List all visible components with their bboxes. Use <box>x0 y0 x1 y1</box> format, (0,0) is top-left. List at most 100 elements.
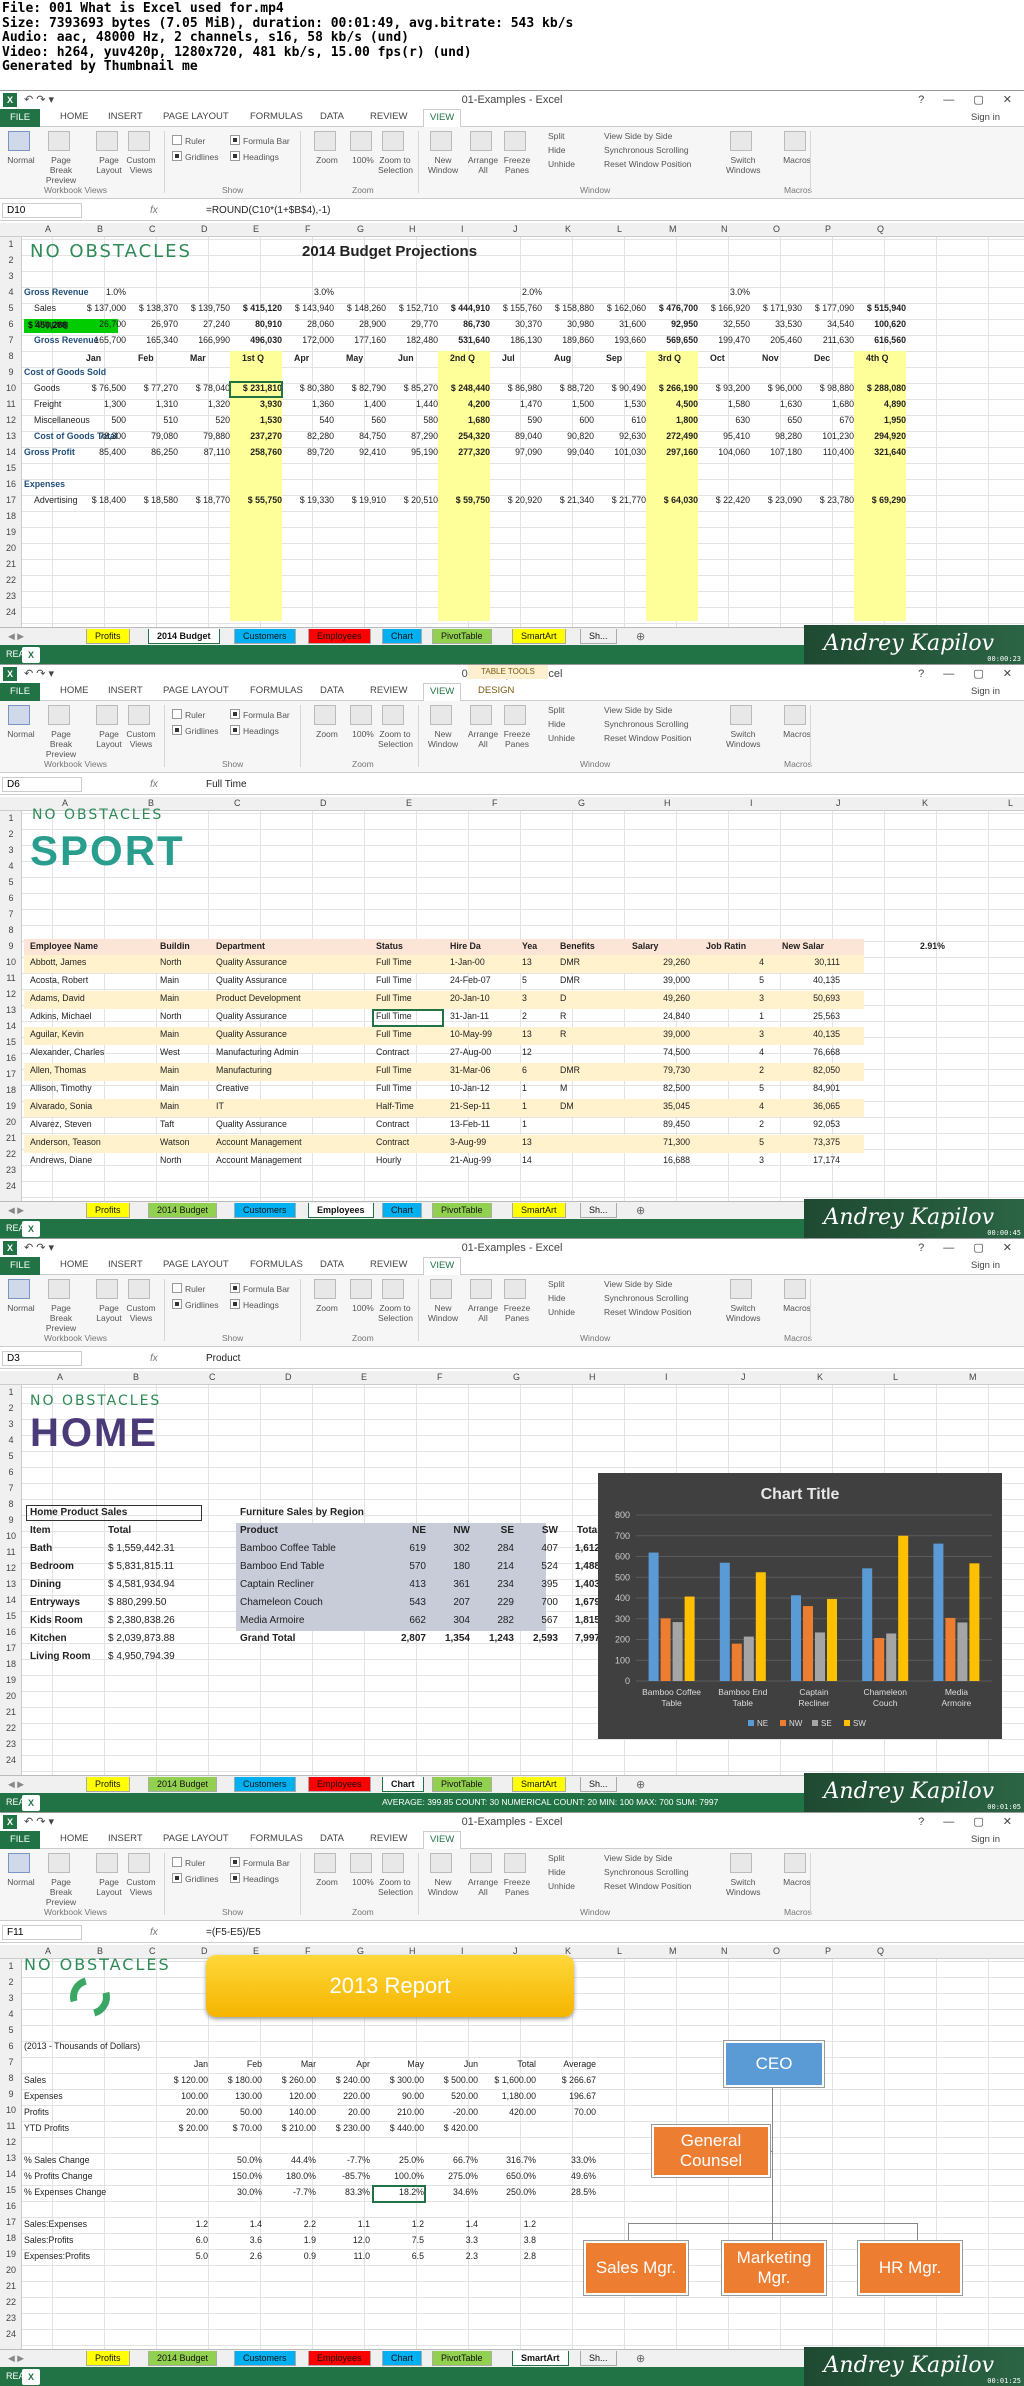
side-by-side-button[interactable]: View Side by Side <box>604 705 672 715</box>
column-header[interactable]: P <box>825 1946 831 1956</box>
column-header[interactable]: G <box>357 224 364 234</box>
headings-checkbox[interactable]: Headings <box>230 1873 279 1884</box>
sheet-tab-employees[interactable]: Employees <box>308 2351 371 2366</box>
row-header[interactable]: 1 <box>0 1387 22 1397</box>
side-by-side-button[interactable]: View Side by Side <box>604 1853 672 1863</box>
formula-bar-checkbox[interactable]: Formula Bar <box>230 135 290 146</box>
row-header[interactable]: 15 <box>0 2185 22 2195</box>
ruler-checkbox[interactable]: Ruler <box>172 1283 205 1294</box>
sheet-tab-profits[interactable]: Profits <box>86 2351 130 2366</box>
page-layout-button[interactable]: Page Layout <box>92 729 126 749</box>
page-layout-button[interactable]: Page Layout <box>92 155 126 175</box>
row-header[interactable]: 1 <box>0 239 22 249</box>
tab-view[interactable]: VIEW <box>423 683 462 701</box>
arrange-all-button[interactable]: Arrange All <box>466 155 500 175</box>
sheet-tab-smartart[interactable]: SmartArt <box>512 1777 566 1792</box>
column-header[interactable]: B <box>133 1372 139 1382</box>
tab-design[interactable]: DESIGN <box>478 685 514 696</box>
sheet-tab-2014-budget[interactable]: 2014 Budget <box>148 629 220 644</box>
row-header[interactable]: 13 <box>0 1005 22 1015</box>
tab-data[interactable]: DATA <box>320 685 344 696</box>
sheet-nav-icon[interactable]: ◀ ▶ <box>8 1779 24 1790</box>
column-header[interactable]: A <box>45 224 51 234</box>
tab-file[interactable]: FILE <box>0 683 40 701</box>
column-header[interactable]: L <box>893 1372 898 1382</box>
gridlines-checkbox[interactable]: Gridlines <box>172 1873 219 1884</box>
org-ceo-box[interactable]: CEO <box>724 2041 824 2087</box>
row-header[interactable]: 1 <box>0 1961 22 1971</box>
tab-file[interactable]: FILE <box>0 1257 40 1275</box>
sheet-tab-pivottable[interactable]: PivotTable <box>432 1777 492 1792</box>
custom-views-button[interactable]: Custom Views <box>124 1877 158 1897</box>
org-hr-box[interactable]: HR Mgr. <box>858 2241 962 2295</box>
macros-button[interactable]: Macros <box>780 1303 814 1313</box>
tab-data[interactable]: DATA <box>320 1833 344 1844</box>
taskbar-excel-icon[interactable]: X <box>22 2369 40 2385</box>
sign-in-link[interactable]: Sign in <box>971 1834 1000 1845</box>
row-header[interactable]: 24 <box>0 2329 22 2339</box>
column-header[interactable]: C <box>234 798 241 808</box>
arrange-all-button[interactable]: Arrange All <box>466 729 500 749</box>
column-header[interactable]: M <box>969 1372 977 1382</box>
headings-checkbox[interactable]: Headings <box>230 151 279 162</box>
sheet-tab-sh-[interactable]: Sh... <box>580 629 617 644</box>
row-header[interactable]: 2 <box>0 1403 22 1413</box>
row-header[interactable]: 15 <box>0 1037 22 1047</box>
headings-checkbox[interactable]: Headings <box>230 1299 279 1310</box>
row-header[interactable]: 17 <box>0 2217 22 2227</box>
row-header[interactable]: 22 <box>0 1149 22 1159</box>
sign-in-link[interactable]: Sign in <box>971 686 1000 697</box>
zoom-button[interactable]: Zoom <box>310 155 344 165</box>
zoom-button[interactable]: Zoom <box>310 729 344 739</box>
row-header[interactable]: 16 <box>0 479 22 489</box>
row-header[interactable]: 21 <box>0 2281 22 2291</box>
row-header[interactable]: 8 <box>0 351 22 361</box>
zoom-button[interactable]: Zoom <box>310 1303 344 1313</box>
column-header[interactable]: M <box>669 224 677 234</box>
name-box[interactable]: D6 <box>2 777 82 792</box>
row-header[interactable]: 13 <box>0 1579 22 1589</box>
column-header[interactable]: J <box>513 224 518 234</box>
tab-page-layout[interactable]: PAGE LAYOUT <box>163 111 229 122</box>
row-header[interactable]: 12 <box>0 2137 22 2147</box>
column-header[interactable]: L <box>617 1946 622 1956</box>
sheet-tab-profits[interactable]: Profits <box>86 629 130 644</box>
column-header[interactable]: H <box>589 1372 596 1382</box>
worksheet-grid[interactable]: A B C D E F G H I J K L M N O P Q 1 2 3 4 5 6 7 8 9 10 11 12 13 14 15 16… <box>0 223 1024 627</box>
column-header[interactable]: F <box>492 798 498 808</box>
row-header[interactable]: 5 <box>0 877 22 887</box>
row-header[interactable]: 18 <box>0 1085 22 1095</box>
row-header[interactable]: 21 <box>0 1133 22 1143</box>
row-header[interactable]: 16 <box>0 1627 22 1637</box>
row-header[interactable]: 12 <box>0 989 22 999</box>
macros-button[interactable]: Macros <box>780 1877 814 1887</box>
column-header[interactable]: E <box>406 798 412 808</box>
column-header[interactable]: K <box>817 1372 823 1382</box>
column-header[interactable]: D <box>320 798 327 808</box>
row-header[interactable]: 10 <box>0 383 22 393</box>
sheet-tab-pivottable[interactable]: PivotTable <box>432 629 492 644</box>
split-button[interactable]: Split <box>548 1853 565 1863</box>
tab-formulas[interactable]: FORMULAS <box>250 1833 303 1844</box>
sheet-tab-2014-budget[interactable]: 2014 Budget <box>148 2351 218 2366</box>
zoom-to-selection-button[interactable]: Zoom to Selection <box>378 1877 413 1897</box>
column-header[interactable]: H <box>409 224 416 234</box>
row-header[interactable]: 18 <box>0 1659 22 1669</box>
row-header[interactable]: 4 <box>0 1435 22 1445</box>
row-header[interactable]: 10 <box>0 957 22 967</box>
row-header[interactable]: 24 <box>0 607 22 617</box>
column-header[interactable]: D <box>201 224 208 234</box>
sheet-tab-sh-[interactable]: Sh... <box>580 1777 617 1792</box>
switch-windows-button[interactable]: Switch Windows <box>726 1303 760 1323</box>
add-sheet-icon[interactable]: ⊕ <box>636 1778 645 1791</box>
row-header[interactable]: 21 <box>0 1707 22 1717</box>
column-header[interactable]: K <box>922 798 928 808</box>
row-header[interactable]: 19 <box>0 527 22 537</box>
tab-file[interactable]: FILE <box>0 1831 40 1849</box>
tab-formulas[interactable]: FORMULAS <box>250 1259 303 1270</box>
page-break-preview-button[interactable]: Page Break Preview <box>44 1303 78 1333</box>
sheet-tab-2014-budget[interactable]: 2014 Budget <box>148 1777 218 1792</box>
zoom-to-selection-button[interactable]: Zoom to Selection <box>378 729 413 749</box>
tab-home[interactable]: HOME <box>60 685 89 696</box>
page-break-preview-button[interactable]: Page Break Preview <box>44 729 78 759</box>
